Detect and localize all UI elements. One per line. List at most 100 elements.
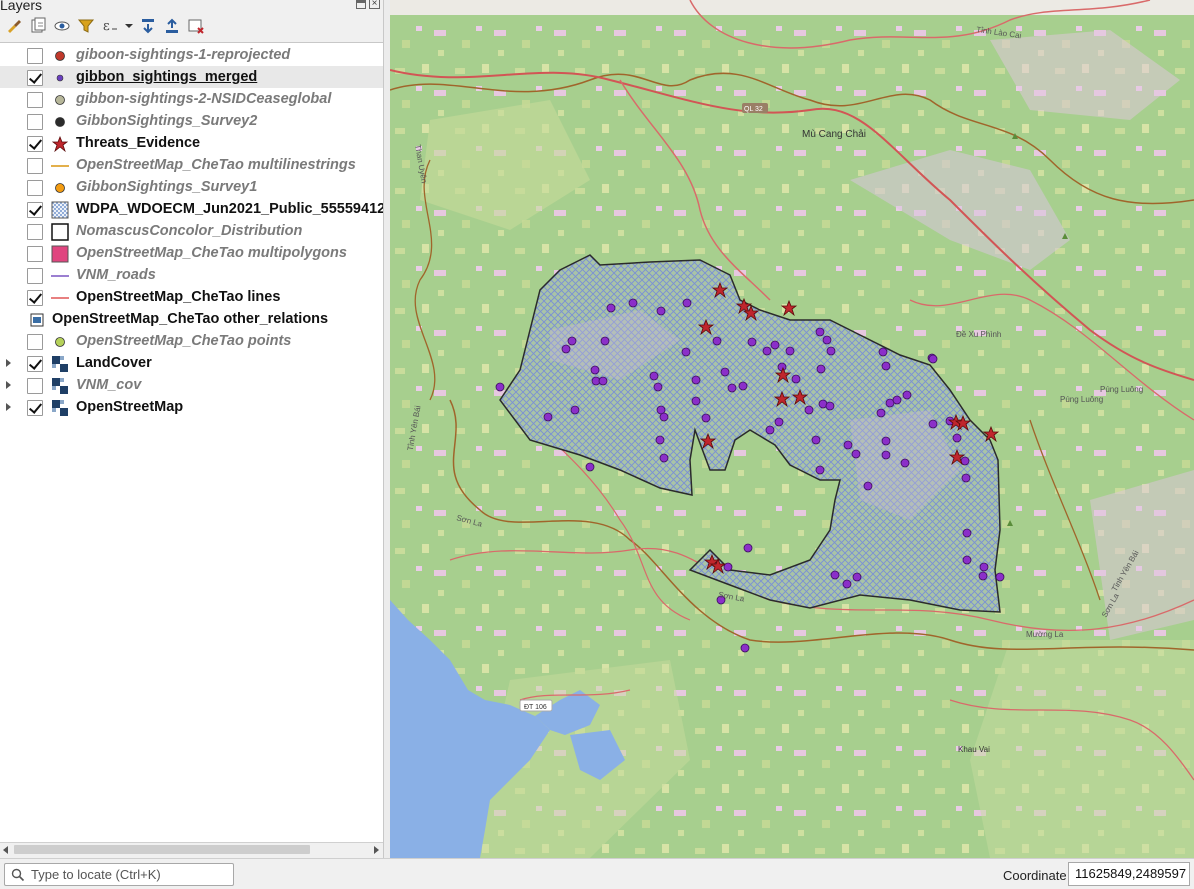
status-bar: Coordinate 11625849,2489597: [0, 858, 1194, 889]
filter-icon[interactable]: [76, 16, 96, 36]
layer-visibility-checkbox[interactable]: [27, 180, 43, 196]
layer-label: giboon-sightings-1-reprojected: [76, 47, 291, 63]
layer-visibility-checkbox[interactable]: [27, 400, 43, 416]
layer-label: OpenStreetMap_CheTao multipolygons: [76, 245, 347, 261]
layer-row[interactable]: OpenStreetMap_CheTao multilinestrings: [0, 154, 383, 176]
label-khau-vai: Khau Vai: [958, 745, 990, 754]
layer-row[interactable]: OpenStreetMap_CheTao other_relations: [0, 308, 383, 330]
layer-label: VNM_cov: [76, 377, 142, 393]
star-symbol-icon: [50, 135, 70, 153]
layer-row[interactable]: OpenStreetMap_CheTao multipolygons: [0, 242, 383, 264]
layer-row[interactable]: giboon-sightings-1-reprojected: [0, 44, 383, 66]
layer-visibility-checkbox[interactable]: [27, 378, 43, 394]
label-mu-cang-chai: Mù Cang Chải: [802, 129, 866, 140]
layer-label: WDPA_WDOECM_Jun2021_Public_55559412: [76, 201, 383, 217]
point-symbol-icon: [50, 113, 70, 131]
layer-label: gibbon-sightings-2-NSIDCeaseglobal: [76, 91, 332, 107]
layer-label: NomascusConcolor_Distribution: [76, 223, 303, 239]
layer-label: OpenStreetMap_CheTao points: [76, 333, 292, 349]
layer-row[interactable]: OpenStreetMap_CheTao lines: [0, 286, 383, 308]
layer-visibility-checkbox[interactable]: [27, 70, 43, 86]
panel-close-button[interactable]: ×: [369, 0, 380, 9]
layer-row[interactable]: WDPA_WDOECM_Jun2021_Public_55559412: [0, 198, 383, 220]
fill-symbol-icon: [50, 245, 70, 263]
layer-label: OpenStreetMap_CheTao multilinestrings: [76, 157, 356, 173]
label-dt106: ĐT 106: [524, 704, 547, 711]
layer-visibility-checkbox[interactable]: [27, 48, 43, 64]
layer-label: GibbonSightings_Survey1: [76, 179, 258, 195]
raster-icon: [50, 399, 70, 417]
raster-icon: [50, 377, 70, 395]
map-canvas[interactable]: Tỉnh Lào Cai QL 32 Mù Cang Chải Than Uyê…: [390, 0, 1194, 858]
layer-row[interactable]: OpenStreetMap: [0, 396, 383, 418]
layer-visibility-checkbox[interactable]: [27, 290, 43, 306]
layer-label: Threats_Evidence: [76, 135, 201, 151]
line-symbol-icon: [50, 157, 70, 175]
line-symbol-icon: [50, 267, 70, 285]
raster-icon: [50, 355, 70, 373]
label-pung-luong-2: Púng Luông: [1060, 395, 1103, 404]
layer-row[interactable]: OpenStreetMap_CheTao points: [0, 330, 383, 352]
collapse-all-icon[interactable]: [162, 16, 182, 36]
expression-filter-icon[interactable]: ε: [100, 16, 120, 36]
layer-row[interactable]: Threats_Evidence: [0, 132, 383, 154]
layer-row[interactable]: gibbon_sightings_merged: [0, 66, 383, 88]
point-symbol-icon: [50, 333, 70, 351]
layer-visibility-checkbox[interactable]: [27, 92, 43, 108]
coordinate-field[interactable]: 11625849,2489597: [1068, 862, 1190, 886]
outline-symbol-icon: [50, 223, 70, 241]
layer-row[interactable]: VNM_cov: [0, 374, 383, 396]
layer-row[interactable]: LandCover: [0, 352, 383, 374]
chevron-down-icon[interactable]: [124, 16, 134, 36]
layer-visibility-checkbox[interactable]: [27, 158, 43, 174]
layer-visibility-checkbox[interactable]: [27, 136, 43, 152]
qgis-window: Layers × ε giboon-sightings-1-reprojecte…: [0, 0, 1194, 889]
label-pung-luong-1: Púng Luông: [1100, 385, 1143, 394]
hatch-fill-symbol-icon: [50, 201, 70, 219]
point-symbol-icon: [50, 69, 70, 87]
layers-toolbar: ε: [4, 15, 206, 37]
layer-label: LandCover: [76, 355, 152, 371]
layer-label: gibbon_sightings_merged: [76, 69, 258, 85]
layer-tree: giboon-sightings-1-reprojected gibbon_sig…: [0, 42, 383, 842]
layer-row[interactable]: GibbonSightings_Survey1: [0, 176, 383, 198]
layer-visibility-checkbox[interactable]: [27, 356, 43, 372]
expand-arrow-icon[interactable]: [6, 381, 11, 389]
layer-label: OpenStreetMap_CheTao lines: [76, 289, 281, 305]
panel-title: Layers: [0, 0, 43, 13]
layer-row[interactable]: VNM_roads: [0, 264, 383, 286]
label-de-xu-phinh: Đề Xu Phình: [956, 330, 1001, 339]
layer-visibility-checkbox[interactable]: [27, 224, 43, 240]
line-symbol-icon: [50, 289, 70, 307]
svg-text:ε: ε: [103, 19, 110, 34]
style-brush-icon[interactable]: [4, 16, 24, 36]
layer-row[interactable]: gibbon-sightings-2-NSIDCeaseglobal: [0, 88, 383, 110]
remove-layer-icon[interactable]: [186, 16, 206, 36]
panel-float-button[interactable]: [356, 0, 366, 9]
expand-arrow-icon[interactable]: [6, 359, 11, 367]
layers-panel: Layers × ε giboon-sightings-1-reprojecte…: [0, 0, 384, 858]
layer-row[interactable]: GibbonSightings_Survey2: [0, 110, 383, 132]
layer-visibility-checkbox[interactable]: [27, 268, 43, 284]
add-group-icon[interactable]: [28, 16, 48, 36]
scrollbar-thumb[interactable]: [14, 845, 310, 854]
locator-input[interactable]: [31, 866, 231, 883]
label-muong-la: Mường La: [1026, 630, 1064, 639]
expand-all-icon[interactable]: [138, 16, 158, 36]
eye-icon[interactable]: [52, 16, 72, 36]
layer-label: OpenStreetMap: [76, 399, 184, 415]
expand-arrow-icon[interactable]: [6, 403, 11, 411]
layer-label: OpenStreetMap_CheTao other_relations: [52, 311, 329, 327]
layer-label: GibbonSightings_Survey2: [76, 113, 258, 129]
scroll-left-icon[interactable]: [3, 846, 8, 854]
layer-row[interactable]: NomascusConcolor_Distribution: [0, 220, 383, 242]
scroll-right-icon[interactable]: [374, 846, 379, 854]
point-symbol-icon: [50, 47, 70, 65]
horizontal-scrollbar[interactable]: [0, 842, 383, 856]
layer-visibility-checkbox[interactable]: [27, 334, 43, 350]
locator-bar[interactable]: [4, 863, 234, 886]
layer-visibility-checkbox[interactable]: [27, 114, 43, 130]
layer-visibility-checkbox[interactable]: [27, 246, 43, 262]
point-symbol-icon: [50, 179, 70, 197]
layer-visibility-checkbox[interactable]: [27, 202, 43, 218]
